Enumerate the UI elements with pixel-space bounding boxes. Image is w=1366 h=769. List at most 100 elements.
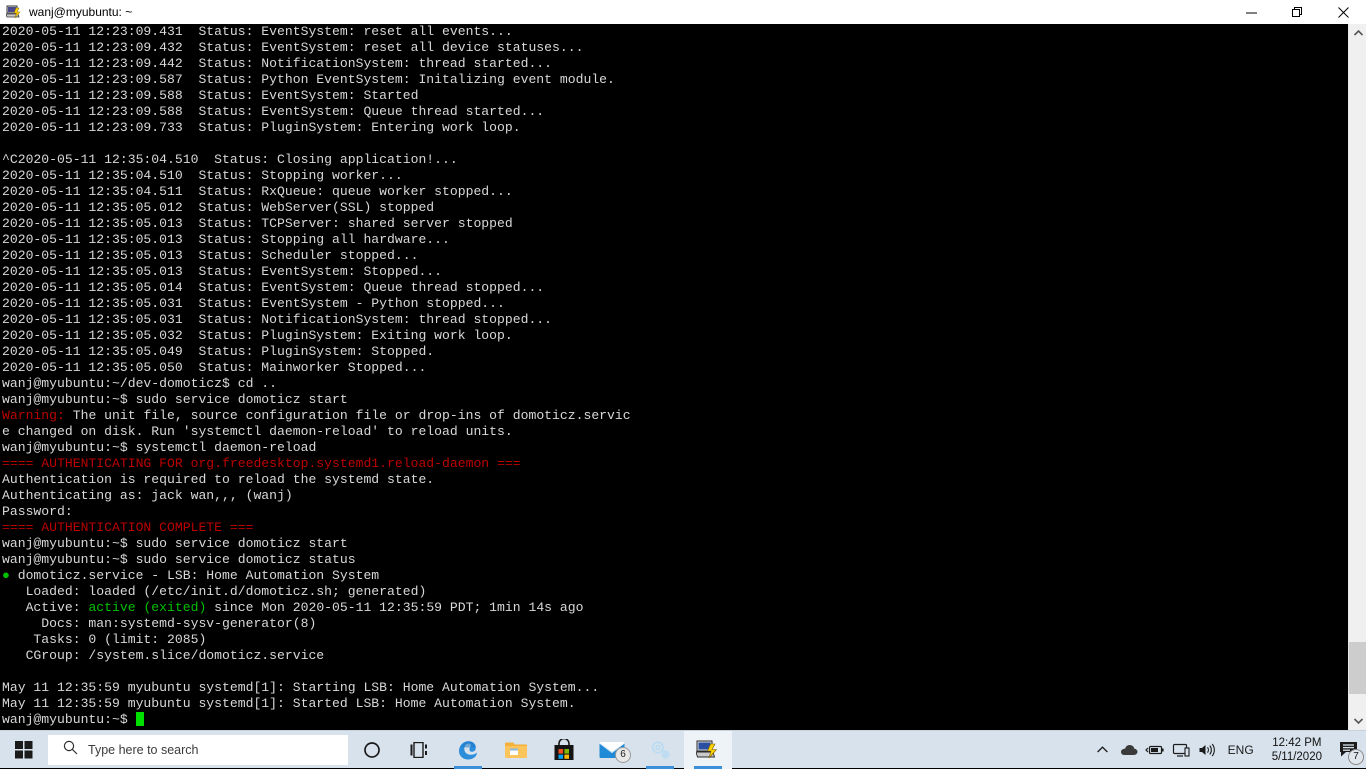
terminal-line: wanj@myubuntu:~$ sudo service domoticz s…	[2, 392, 1348, 408]
task-view-icon[interactable]	[396, 731, 444, 769]
action-center-icon[interactable]: 7	[1332, 731, 1366, 769]
cortana-icon[interactable]	[348, 731, 396, 769]
terminal-line: ==== AUTHENTICATION COMPLETE ===	[2, 520, 1348, 536]
terminal-line: 2020-05-11 12:35:05.031 Status: EventSys…	[2, 296, 1348, 312]
settings-sync-icon[interactable]	[636, 731, 684, 769]
terminal-text: CGroup: /system.slice/domoticz.service	[2, 648, 324, 663]
putty-icon	[6, 4, 22, 20]
windows-start-icon[interactable]	[0, 731, 48, 769]
terminal-text: active (exited)	[88, 600, 206, 615]
clock-date: 5/11/2020	[1272, 750, 1322, 764]
terminal-line: Warning: The unit file, source configura…	[2, 408, 1348, 424]
terminal-line: 2020-05-11 12:35:05.049 Status: PluginSy…	[2, 344, 1348, 360]
terminal-text: 2020-05-11 12:23:09.733 Status: PluginSy…	[2, 120, 521, 135]
terminal-text: 2020-05-11 12:35:05.031 Status: EventSys…	[2, 296, 505, 311]
terminal-text: 2020-05-11 12:23:09.432 Status: EventSys…	[2, 40, 583, 55]
terminal-text: 2020-05-11 12:35:05.031 Status: Notifica…	[2, 312, 552, 327]
terminal-line: 2020-05-11 12:35:05.013 Status: Schedule…	[2, 248, 1348, 264]
terminal-text: e changed on disk. Run 'systemctl daemon…	[2, 424, 513, 439]
language-indicator[interactable]: ENG	[1220, 743, 1262, 757]
file-explorer-icon[interactable]	[492, 731, 540, 769]
terminal-text: 2020-05-11 12:35:05.013 Status: EventSys…	[2, 264, 442, 279]
terminal-text: 2020-05-11 12:35:05.013 Status: TCPServe…	[2, 216, 513, 231]
window-controls	[1228, 0, 1366, 24]
terminal-scrollbar[interactable]	[1348, 24, 1366, 730]
terminal-text: Authenticating as: jack wan,,, (wanj)	[2, 488, 293, 503]
battery-icon[interactable]	[1142, 731, 1168, 769]
terminal-text: Docs: man:systemd-sysv-generator(8)	[2, 616, 316, 631]
action-center-badge: 7	[1348, 749, 1364, 765]
terminal-line: wanj@myubuntu:~/dev-domoticz$ cd ..	[2, 376, 1348, 392]
terminal-line: 2020-05-11 12:23:09.432 Status: EventSys…	[2, 40, 1348, 56]
terminal-text: wanj@myubuntu:~$ sudo service domoticz s…	[2, 536, 348, 551]
terminal-line: 2020-05-11 12:35:05.012 Status: WebServe…	[2, 200, 1348, 216]
mail-icon[interactable]: 6	[588, 731, 636, 769]
scroll-down-arrow[interactable]	[1349, 712, 1366, 730]
terminal-text: wanj@myubuntu:~$ systemctl daemon-reload	[2, 440, 316, 455]
volume-icon[interactable]	[1194, 731, 1220, 769]
terminal-cursor	[136, 712, 144, 726]
terminal-line: wanj@myubuntu:~$ sudo service domoticz s…	[2, 552, 1348, 568]
terminal-text: ^C2020-05-11 12:35:04.510 Status: Closin…	[2, 152, 458, 167]
terminal-line: Active: active (exited) since Mon 2020-0…	[2, 600, 1348, 616]
search-icon	[63, 740, 78, 760]
scrollbar-track[interactable]	[1349, 42, 1366, 712]
terminal-line: e changed on disk. Run 'systemctl daemon…	[2, 424, 1348, 440]
restore-button[interactable]	[1274, 0, 1320, 24]
terminal-line: ● domoticz.service - LSB: Home Automatio…	[2, 568, 1348, 584]
running-indicator	[646, 766, 674, 769]
terminal-text: ==== AUTHENTICATION COMPLETE ===	[2, 520, 253, 535]
terminal-text: 2020-05-11 12:35:05.012 Status: WebServe…	[2, 200, 434, 215]
terminal-text: wanj@myubuntu:~$ sudo service domoticz s…	[2, 392, 348, 407]
terminal-text: 2020-05-11 12:35:05.014 Status: EventSys…	[2, 280, 544, 295]
title-bar[interactable]: wanj@myubuntu: ~	[0, 0, 1366, 24]
terminal-text: 2020-05-11 12:35:05.049 Status: PluginSy…	[2, 344, 434, 359]
minimize-button[interactable]	[1228, 0, 1274, 24]
terminal-line: Authenticating as: jack wan,,, (wanj)	[2, 488, 1348, 504]
chevron-up-icon[interactable]	[1090, 731, 1116, 769]
terminal-text: 2020-05-11 12:35:05.050 Status: Mainwork…	[2, 360, 426, 375]
clock[interactable]: 12:42 PM 5/11/2020	[1262, 731, 1332, 769]
terminal-line: Docs: man:systemd-sysv-generator(8)	[2, 616, 1348, 632]
terminal-line: 2020-05-11 12:35:04.511 Status: RxQueue:…	[2, 184, 1348, 200]
running-indicator	[694, 766, 722, 769]
putty-icon[interactable]	[684, 731, 732, 769]
terminal-text: Loaded: loaded (/etc/init.d/domoticz.sh;…	[2, 584, 426, 599]
terminal-text: ●	[2, 568, 10, 583]
edge-icon[interactable]	[444, 731, 492, 769]
terminal-text: domoticz.service - LSB: Home Automation …	[10, 568, 379, 583]
terminal-text: 2020-05-11 12:23:09.431 Status: EventSys…	[2, 24, 513, 39]
network-icon[interactable]	[1168, 731, 1194, 769]
terminal-line: 2020-05-11 12:35:05.014 Status: EventSys…	[2, 280, 1348, 296]
terminal-line: ==== AUTHENTICATING FOR org.freedesktop.…	[2, 456, 1348, 472]
terminal-line: 2020-05-11 12:35:05.013 Status: Stopping…	[2, 232, 1348, 248]
terminal-text: 2020-05-11 12:23:09.587 Status: Python E…	[2, 72, 615, 87]
scrollbar-thumb[interactable]	[1349, 642, 1366, 694]
onedrive-cloud-icon[interactable]	[1116, 731, 1142, 769]
putty-window: wanj@myubuntu: ~ 2020-05-11 12:23:09.431…	[0, 0, 1366, 730]
terminal-line: CGroup: /system.slice/domoticz.service	[2, 648, 1348, 664]
terminal-output[interactable]: 2020-05-11 12:23:09.431 Status: EventSys…	[0, 24, 1348, 730]
terminal-line: 2020-05-11 12:35:05.050 Status: Mainwork…	[2, 360, 1348, 376]
terminal-line: wanj@myubuntu:~$ systemctl daemon-reload	[2, 440, 1348, 456]
terminal-line: 2020-05-11 12:23:09.588 Status: EventSys…	[2, 88, 1348, 104]
microsoft-store-icon[interactable]	[540, 731, 588, 769]
terminal-text: The unit file, source configuration file…	[65, 408, 631, 423]
terminal-text: wanj@myubuntu:~$	[2, 712, 136, 727]
scroll-up-arrow[interactable]	[1349, 24, 1366, 42]
terminal-line: 2020-05-11 12:35:04.510 Status: Stopping…	[2, 168, 1348, 184]
search-input[interactable]: Type here to search	[48, 735, 348, 765]
terminal-line: 2020-05-11 12:35:05.013 Status: EventSys…	[2, 264, 1348, 280]
mail-badge: 6	[615, 747, 631, 763]
terminal-text: 2020-05-11 12:35:04.511 Status: RxQueue:…	[2, 184, 513, 199]
terminal-line: ^C2020-05-11 12:35:04.510 Status: Closin…	[2, 152, 1348, 168]
terminal-line: May 11 12:35:59 myubuntu systemd[1]: Sta…	[2, 696, 1348, 712]
close-button[interactable]	[1320, 0, 1366, 24]
search-placeholder: Type here to search	[88, 743, 198, 757]
terminal-line: wanj@myubuntu:~$ sudo service domoticz s…	[2, 536, 1348, 552]
terminal-text: since Mon 2020-05-11 12:35:59 PDT; 1min …	[206, 600, 583, 615]
terminal-line: 2020-05-11 12:23:09.442 Status: Notifica…	[2, 56, 1348, 72]
terminal-line: wanj@myubuntu:~$	[2, 712, 1348, 728]
terminal-line: 2020-05-11 12:23:09.588 Status: EventSys…	[2, 104, 1348, 120]
terminal-line	[2, 136, 1348, 152]
